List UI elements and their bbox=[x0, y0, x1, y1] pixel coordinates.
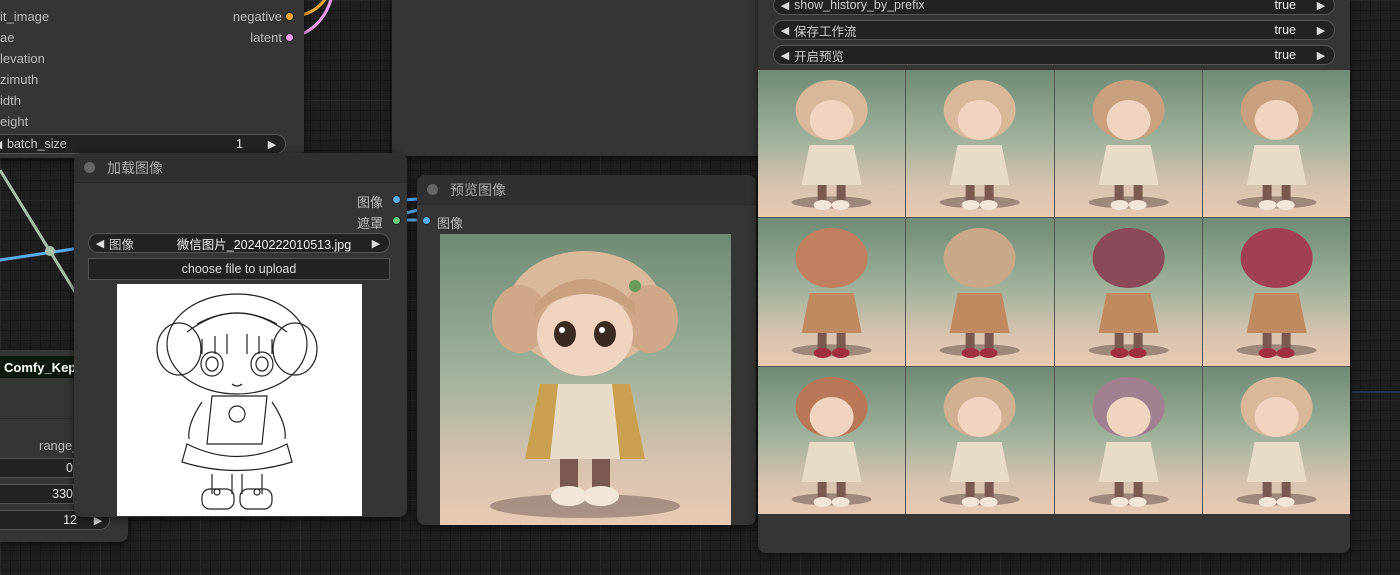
character-view bbox=[1236, 376, 1317, 507]
node-title-chip: Comfy_Kep bbox=[0, 356, 77, 378]
loaded-image-sketch bbox=[117, 284, 362, 516]
batch-size-value: 1 bbox=[236, 137, 243, 151]
output-label-image: 图像 bbox=[356, 195, 383, 210]
multiview-thumbnail[interactable] bbox=[906, 218, 1054, 366]
top-middle-node[interactable] bbox=[392, 0, 762, 156]
output-slot-image[interactable] bbox=[392, 195, 401, 204]
batch-size-widget[interactable]: ◀ batch_size 1 ▶ bbox=[0, 134, 286, 154]
toggle-right-arrow-icon[interactable]: ▶ bbox=[1314, 0, 1328, 12]
range-end-value: 330 bbox=[52, 487, 73, 501]
input-label-image: 图像 bbox=[437, 216, 464, 231]
image-select-widget[interactable]: ◀ 图像 微信图片_20240222010513.jpg ▶ bbox=[88, 233, 390, 253]
input-slot-image[interactable] bbox=[422, 216, 431, 225]
line-art-character bbox=[156, 293, 318, 510]
multiview-thumbnail[interactable] bbox=[1202, 366, 1350, 514]
character-view bbox=[1088, 376, 1169, 507]
character-view bbox=[791, 376, 872, 507]
save-workflow-toggle[interactable]: ◀ 保存工作流 true ▶ bbox=[773, 20, 1335, 40]
multiview-thumbnail[interactable] bbox=[758, 366, 906, 514]
show-history-by-prefix-toggle[interactable]: ◀ show_history_by_prefix true ▶ bbox=[773, 0, 1335, 15]
load-image-node[interactable]: 加载图像 图像 遮罩 ◀ 图像 微信图片_20240222010513.jpg … bbox=[74, 153, 407, 517]
output-slot-mask[interactable] bbox=[392, 216, 401, 225]
save-workflow-value: true bbox=[1274, 23, 1296, 37]
multiview-thumbnail[interactable] bbox=[758, 218, 906, 366]
collapse-dot-icon[interactable] bbox=[84, 162, 95, 173]
choose-file-button[interactable]: choose file to upload bbox=[88, 258, 390, 280]
multiview-thumbnail[interactable] bbox=[906, 70, 1054, 218]
link-blue-left bbox=[0, 246, 81, 262]
top-left-node[interactable]: it_image ae levation zimuth idth eight n… bbox=[0, 0, 304, 158]
toggle-left-arrow-icon[interactable]: ◀ bbox=[778, 24, 792, 37]
input-label-elevation: levation bbox=[0, 51, 45, 66]
enable-preview-toggle[interactable]: ◀ 开启预览 true ▶ bbox=[773, 45, 1335, 65]
range-start-widget[interactable]: 0 bbox=[0, 458, 74, 478]
character-view bbox=[939, 228, 1020, 359]
character-view bbox=[791, 228, 872, 359]
preview-image bbox=[440, 234, 731, 525]
range-start-value: 0 bbox=[66, 461, 73, 475]
input-label-init-image: it_image bbox=[0, 9, 50, 24]
input-label-height: eight bbox=[0, 114, 29, 129]
output-slot-latent[interactable] bbox=[285, 33, 294, 42]
enable-preview-label: 开启预览 bbox=[794, 49, 845, 64]
image-select-value: 微信图片_20240222010513.jpg bbox=[176, 237, 352, 252]
reroute-dot[interactable] bbox=[45, 246, 55, 256]
multiview-thumbnail[interactable] bbox=[1202, 218, 1350, 366]
comfy-keyframe-title: Comfy_Kep bbox=[4, 359, 77, 375]
rendered-character bbox=[490, 251, 680, 518]
multiview-image-grid bbox=[758, 70, 1350, 514]
toggle-left-arrow-icon[interactable]: ◀ bbox=[778, 49, 792, 62]
load-image-title-bar[interactable]: 加载图像 bbox=[74, 153, 407, 183]
character-view bbox=[1236, 228, 1317, 359]
divider bbox=[0, 418, 74, 419]
toggle-left-arrow-icon[interactable]: ◀ bbox=[778, 0, 792, 12]
input-label-width: idth bbox=[0, 93, 21, 108]
increment-arrow-icon[interactable]: ▶ bbox=[265, 138, 279, 151]
output-label-mask: 遮罩 bbox=[356, 216, 383, 231]
range-end-widget[interactable]: 330 bbox=[0, 484, 74, 504]
output-label-negative: negative bbox=[232, 9, 282, 24]
link-green bbox=[0, 169, 82, 301]
show-history-label: show_history_by_prefix bbox=[794, 0, 925, 12]
character-view bbox=[1088, 228, 1169, 359]
collapse-dot-icon[interactable] bbox=[427, 184, 438, 195]
character-view bbox=[939, 80, 1020, 210]
preview-image-title-bar[interactable]: 预览图像 bbox=[417, 175, 756, 205]
character-view bbox=[939, 376, 1020, 507]
input-label-azimuth: zimuth bbox=[0, 72, 39, 87]
preview-image-title: 预览图像 bbox=[450, 181, 506, 198]
multiview-thumbnail[interactable] bbox=[758, 70, 906, 218]
batch-size-label: batch_size bbox=[7, 137, 67, 151]
multiview-thumbnail[interactable] bbox=[1054, 218, 1202, 366]
multiview-thumbnail[interactable] bbox=[1054, 366, 1202, 514]
multiview-thumbnail[interactable] bbox=[1054, 70, 1202, 218]
multiview-thumbnail[interactable] bbox=[1202, 70, 1350, 218]
toggle-right-arrow-icon[interactable]: ▶ bbox=[1314, 24, 1328, 37]
show-history-value: true bbox=[1274, 0, 1296, 12]
preview-image-node[interactable]: 预览图像 图像 bbox=[417, 175, 756, 525]
character-view bbox=[1236, 80, 1317, 210]
multiview-thumbnail[interactable] bbox=[906, 366, 1054, 514]
next-image-arrow-icon[interactable]: ▶ bbox=[369, 237, 383, 250]
output-slot-negative[interactable] bbox=[285, 12, 294, 21]
input-label-vae: ae bbox=[0, 30, 15, 45]
save-image-node[interactable]: ◀ show_history_by_prefix true ▶ ◀ 保存工作流 … bbox=[758, 0, 1350, 553]
save-workflow-label: 保存工作流 bbox=[794, 24, 857, 39]
output-label-latent: latent bbox=[250, 30, 282, 45]
load-image-title: 加载图像 bbox=[107, 159, 163, 176]
image-select-label: 图像 bbox=[109, 237, 135, 252]
prev-image-arrow-icon[interactable]: ◀ bbox=[93, 237, 107, 250]
character-view bbox=[1088, 80, 1169, 210]
enable-preview-value: true bbox=[1274, 48, 1296, 62]
toggle-right-arrow-icon[interactable]: ▶ bbox=[1314, 49, 1328, 62]
character-view bbox=[791, 80, 872, 210]
